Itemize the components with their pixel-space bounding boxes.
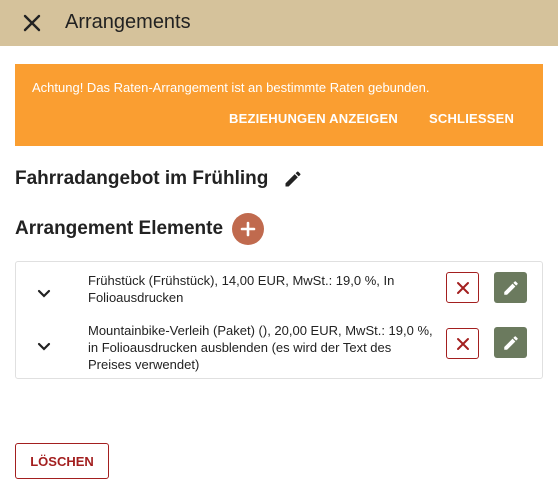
close-icon: [456, 337, 469, 350]
edit-item-button[interactable]: [494, 327, 527, 358]
close-icon: [23, 14, 41, 32]
delete-item-button[interactable]: [446, 328, 479, 359]
delete-item-button[interactable]: [446, 272, 479, 303]
elements-header-row: Arrangement Elemente: [15, 213, 265, 245]
expand-item-button[interactable]: [36, 286, 52, 302]
close-icon: [456, 281, 469, 294]
pencil-icon: [503, 280, 518, 295]
item-description: Frühstück (Frühstück), 14,00 EUR, MwSt.:…: [88, 273, 395, 305]
chevron-down-icon: [37, 289, 51, 298]
warning-message: Achtung! Das Raten-Arrangement ist an be…: [32, 80, 430, 95]
item-description: Mountainbike-Verleih (Paket) (), 20,00 E…: [88, 323, 433, 372]
list-item: Mountainbike-Verleih (Paket) (), 20,00 E…: [16, 320, 542, 372]
list-item: Frühstück (Frühstück), 14,00 EUR, MwSt.:…: [16, 269, 542, 315]
arrangement-title: Fahrradangebot im Frühling: [15, 168, 269, 189]
close-banner-button[interactable]: SCHLIESSEN: [429, 111, 514, 126]
delete-arrangement-button[interactable]: LÖSCHEN: [15, 443, 109, 479]
show-relations-button[interactable]: BEZIEHUNGEN ANZEIGEN: [229, 111, 398, 126]
chevron-down-icon: [37, 342, 51, 351]
plus-icon: [240, 221, 256, 237]
close-dialog-button[interactable]: [18, 9, 46, 37]
elements-title: Arrangement Elemente: [15, 218, 224, 239]
elements-list: Frühstück (Frühstück), 14,00 EUR, MwSt.:…: [15, 261, 543, 379]
edit-title-button[interactable]: [282, 168, 304, 190]
arrangement-title-row: Fahrradangebot im Frühling: [15, 168, 304, 190]
pencil-icon: [503, 335, 518, 350]
top-app-bar: Arrangements: [0, 0, 558, 46]
page-title: Arrangements: [65, 11, 191, 33]
add-element-button[interactable]: [232, 213, 265, 245]
edit-item-button[interactable]: [494, 272, 527, 303]
pencil-icon: [285, 171, 301, 187]
warning-banner: Achtung! Das Raten-Arrangement ist an be…: [15, 64, 543, 146]
expand-item-button[interactable]: [36, 339, 52, 355]
